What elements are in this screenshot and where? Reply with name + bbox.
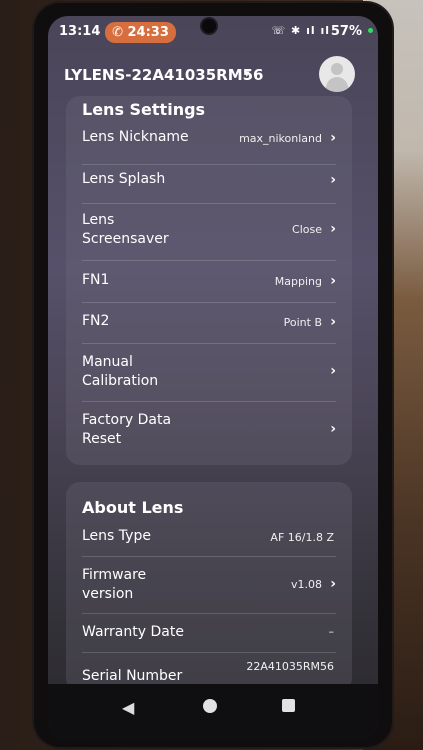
user-avatar[interactable] [319,56,355,92]
row-value: Close [292,223,322,236]
home-icon[interactable] [203,699,217,713]
battery-percent: 57% [330,24,362,39]
front-camera [202,19,216,33]
phone-screen: 13:14 ✆ 24:33 ☏ ✱ ıl ıl 57% LYLENS-22A41… [48,16,378,740]
fn2-row[interactable]: FN2 Point B › [82,303,336,344]
row-value: v1.08 [290,578,322,591]
device-selector[interactable]: LYLENS-22A41035RM56 [64,66,264,84]
firmware-version-row[interactable]: Firmware version v1.08 › [82,557,336,614]
row-label: Lens Screensaver [82,212,169,247]
chevron-right-icon: › [330,172,336,188]
about-lens-title: About Lens [82,498,184,517]
lens-settings-card: Lens Settings Lens Nickname max_nikonlan… [66,96,352,465]
row-label: Lens Nickname [82,129,189,145]
chevron-right-icon: › [330,576,336,592]
row-value: Mapping [274,275,322,288]
lens-type-row: Lens Type AF 16/1.8 Z [82,522,336,557]
chevron-right-icon: › [330,421,336,437]
manual-calibration-row[interactable]: Manual Calibration › [82,344,336,402]
row-label: FN2 [82,313,110,329]
call-timer-pill[interactable]: ✆ 24:33 [105,22,176,43]
phone-icon: ✆ [112,25,128,40]
call-timer: 24:33 [127,25,169,40]
chevron-right-icon: › [330,314,336,330]
lens-nickname-row[interactable]: Lens Nickname max_nikonland › [82,125,336,165]
back-icon[interactable]: ◀ [122,698,134,717]
avatar-head-icon [331,63,343,75]
app-header: LYLENS-22A41035RM56 ▾ [48,54,378,98]
lens-splash-row[interactable]: Lens Splash › [82,165,336,204]
row-value: Point B [283,316,322,329]
row-label: Warranty Date [82,624,184,640]
row-value: max_nikonland [239,132,322,145]
factory-reset-row[interactable]: Factory Data Reset › [82,402,336,458]
lens-settings-title: Lens Settings [82,100,206,119]
warranty-date-row: Warranty Date – [82,614,336,653]
chevron-down-icon[interactable]: ▾ [244,67,250,80]
signal-icons: ☏ ✱ ıl ıl [271,24,330,37]
avatar-body-icon [326,77,348,92]
fn1-row[interactable]: FN1 Mapping › [82,261,336,303]
status-bar: 13:14 ✆ 24:33 ☏ ✱ ıl ıl 57% [48,16,378,48]
row-label: FN1 [82,272,110,288]
row-label: Factory Data Reset [82,412,172,447]
row-label: Lens Type [82,528,151,544]
row-value: – [328,625,335,638]
row-label: Manual Calibration [82,354,159,389]
chevron-right-icon: › [330,130,336,146]
privacy-indicator [368,28,373,33]
about-lens-card: About Lens Lens Type AF 16/1.8 Z Firmwar… [66,482,352,692]
chevron-right-icon: › [330,273,336,289]
navigation-bar: ◀ [48,684,378,740]
row-label: Firmware version [82,567,147,602]
row-value: AF 16/1.8 Z [270,531,334,544]
chevron-right-icon: › [330,363,336,379]
row-value: 22A41035RM56 [246,660,334,673]
status-time: 13:14 [59,24,101,39]
row-label: Lens Splash [82,171,166,187]
chevron-right-icon: › [330,221,336,237]
recents-icon[interactable] [282,699,295,712]
lens-screensaver-row[interactable]: Lens Screensaver Close › [82,204,336,261]
